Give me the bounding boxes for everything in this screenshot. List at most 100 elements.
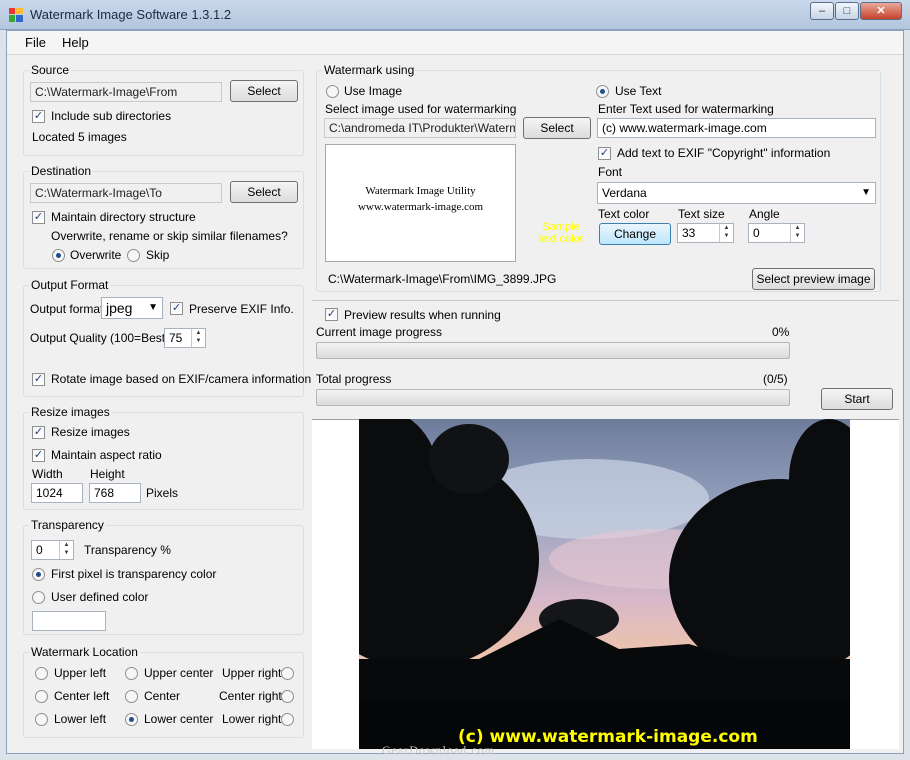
output-format-value: jpeg (106, 300, 133, 316)
use-text-radio[interactable] (596, 85, 609, 98)
include-sub-checkbox[interactable]: ✓ (32, 110, 45, 123)
transparency-pct-label: Transparency % (84, 543, 171, 557)
maximize-button[interactable]: □ (835, 2, 859, 20)
width-label: Width (32, 467, 63, 481)
current-progress-bar (316, 342, 790, 359)
height-input[interactable]: 768 (89, 483, 141, 503)
aspect-label: Maintain aspect ratio (51, 448, 162, 462)
total-progress-bar (316, 389, 790, 406)
upper-center-radio[interactable] (125, 667, 138, 680)
destination-label: Destination (29, 164, 94, 178)
chevron-down-icon: ▼ (861, 187, 871, 198)
center-right-radio[interactable] (281, 690, 294, 703)
lower-left-radio[interactable] (35, 713, 48, 726)
first-pixel-label: First pixel is transparency color (51, 567, 217, 581)
center-left-label: Center left (54, 689, 110, 703)
start-button[interactable]: Start (821, 388, 893, 410)
upper-left-radio[interactable] (35, 667, 48, 680)
spinner-arrows-icon[interactable]: ▲ ▼ (790, 224, 804, 242)
change-color-button[interactable]: Change (599, 223, 671, 245)
pixels-unit: Pixels (146, 486, 179, 500)
font-label: Font (598, 165, 623, 179)
lower-center-radio[interactable] (125, 713, 138, 726)
user-color-field[interactable] (32, 611, 106, 631)
quality-spinner[interactable]: 75 ▲ ▼ (164, 328, 206, 348)
upper-right-radio[interactable] (281, 667, 294, 680)
menu-bar (7, 31, 903, 55)
sample-text-color: Sample text color (530, 221, 592, 245)
total-progress-label: Total progress (316, 372, 392, 386)
include-sub-label: Include sub directories (51, 109, 172, 123)
height-label: Height (90, 467, 125, 481)
destination-select-button[interactable]: Select (230, 181, 298, 203)
watermark-text-input[interactable]: (c) www.watermark-image.com (597, 118, 876, 138)
width-input[interactable]: 1024 (31, 483, 83, 503)
preview-line-1: Watermark Image Utility (365, 185, 476, 197)
spinner-arrows-icon[interactable]: ▲ ▼ (191, 329, 205, 347)
enter-text-label: Enter Text used for watermarking (598, 102, 774, 116)
spinner-arrows-icon[interactable]: ▲ ▼ (59, 541, 73, 559)
located-count: Located 5 images (32, 130, 127, 144)
use-image-radio[interactable] (326, 85, 339, 98)
menu-file[interactable]: File (25, 35, 46, 50)
resize-checkbox[interactable]: ✓ (32, 426, 45, 439)
lower-center-label: Lower center (144, 712, 214, 726)
preview-running-checkbox[interactable]: ✓ (325, 308, 338, 321)
site-watermark: GearDownload.com (382, 743, 495, 757)
lower-right-label: Lower right (222, 712, 282, 726)
transparency-label: Transparency (29, 518, 106, 532)
font-select[interactable]: Verdana ▼ (597, 182, 876, 204)
chevron-down-icon: ▼ (148, 302, 158, 313)
photo-watermark-text: (c) www.watermark-image.com (458, 727, 758, 747)
use-image-label: Use Image (344, 84, 403, 98)
location-label: Watermark Location (29, 645, 140, 659)
preview-running-label: Preview results when running (344, 308, 501, 322)
total-progress-count: (0/5) (763, 372, 788, 386)
preserve-exif-checkbox[interactable]: ✓ (170, 302, 183, 315)
user-defined-radio[interactable] (32, 591, 45, 604)
upper-right-label: Upper right (222, 666, 282, 680)
first-pixel-radio[interactable] (32, 568, 45, 581)
rotate-label: Rotate image based on EXIF/camera inform… (51, 372, 312, 386)
watermark-image-path[interactable]: C:\andromeda IT\Produkter\Watermark (324, 118, 516, 138)
exif-copyright-checkbox[interactable]: ✓ (598, 147, 611, 160)
overwrite-radio[interactable] (52, 249, 65, 262)
spinner-arrows-icon[interactable]: ▲ ▼ (719, 224, 733, 242)
user-defined-label: User defined color (51, 590, 149, 604)
center-radio[interactable] (125, 690, 138, 703)
maintain-structure-checkbox[interactable]: ✓ (32, 211, 45, 224)
maintain-structure-label: Maintain directory structure (51, 210, 196, 224)
current-progress-label: Current image progress (316, 325, 443, 339)
menu-help[interactable]: Help (62, 35, 89, 50)
preview-line-2: www.watermark-image.com (357, 201, 484, 213)
source-select-button[interactable]: Select (230, 80, 298, 102)
center-label: Center (144, 689, 181, 703)
watermark-image-select-button[interactable]: Select (523, 117, 591, 139)
use-text-label: Use Text (615, 84, 662, 98)
lower-right-radio[interactable] (281, 713, 294, 726)
exif-copyright-label: Add text to EXIF "Copyright" information (617, 146, 831, 160)
aspect-checkbox[interactable]: ✓ (32, 449, 45, 462)
angle-spinner[interactable]: 0 ▲ ▼ (748, 223, 805, 243)
output-format-select[interactable]: jpeg ▼ (101, 297, 163, 319)
text-size-spinner[interactable]: 33 ▲ ▼ (677, 223, 734, 243)
text-size-label: Text size (678, 207, 725, 221)
select-preview-button[interactable]: Select preview image (752, 268, 875, 290)
source-path-field[interactable]: C:\Watermark-Image\From (30, 82, 222, 102)
rotate-checkbox[interactable]: ✓ (32, 373, 45, 386)
preview-photo (359, 419, 850, 749)
quality-value: 75 (169, 331, 183, 345)
upper-left-label: Upper left (54, 666, 107, 680)
output-format-label: Output format (30, 302, 104, 316)
quality-label: Output Quality (100=Best) (30, 331, 170, 345)
center-left-radio[interactable] (35, 690, 48, 703)
text-color-label: Text color (598, 207, 650, 221)
overwrite-label: Overwrite (70, 248, 122, 262)
skip-radio[interactable] (127, 249, 140, 262)
angle-value: 0 (753, 226, 760, 240)
preview-file-path: C:\Watermark-Image\From\IMG_3899.JPG (328, 272, 557, 286)
minimize-button[interactable]: – (810, 2, 834, 20)
transparency-spinner[interactable]: 0 ▲ ▼ (31, 540, 74, 560)
close-button[interactable]: ✕ (860, 2, 902, 20)
destination-path-field[interactable]: C:\Watermark-Image\To (30, 183, 222, 203)
